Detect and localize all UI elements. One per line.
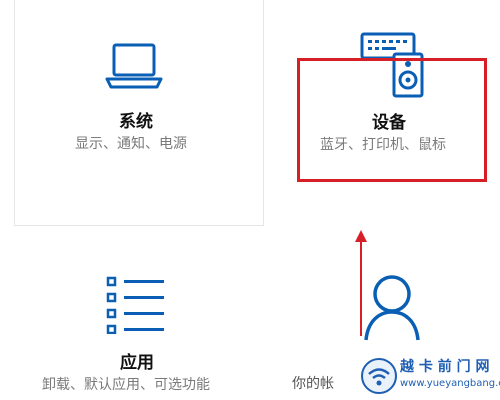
watermark-site-name: 越 卡 前 门 网 <box>400 359 490 375</box>
system-tile[interactable]: 系统 显示、通知、电源 <box>14 0 264 226</box>
person-icon <box>364 275 420 341</box>
watermark-logo: 越 卡 前 门 网 www.yueyangbang.com <box>360 352 500 400</box>
highlight-box <box>297 58 487 182</box>
apps-list-icon <box>106 276 164 334</box>
accounts-desc: 你的帐 <box>292 376 334 392</box>
apps-tile[interactable]: 应用 卸载、默认应用、可选功能 <box>0 240 260 400</box>
system-desc: 显示、通知、电源 <box>75 136 187 152</box>
apps-title: 应用 <box>120 353 154 373</box>
watermark-url: www.yueyangbang.com <box>400 378 500 389</box>
laptop-icon <box>105 43 163 89</box>
wifi-logo-icon <box>361 358 397 394</box>
apps-desc: 卸载、默认应用、可选功能 <box>42 377 210 393</box>
system-title: 系统 <box>119 112 153 132</box>
